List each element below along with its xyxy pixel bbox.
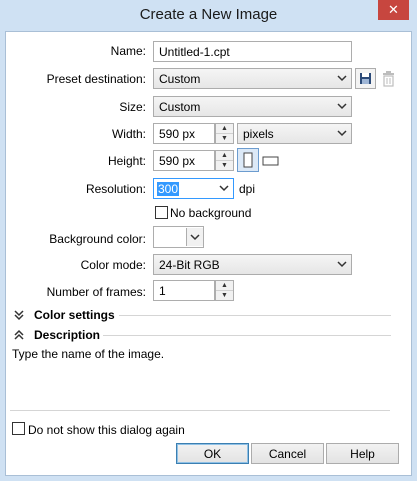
- portrait-orientation-icon: [243, 152, 253, 168]
- chevron-down-icon: [190, 234, 200, 241]
- width-decrement-button[interactable]: ▼: [216, 134, 233, 143]
- frames-input[interactable]: 1: [153, 280, 215, 301]
- background-color-swatch: [155, 228, 185, 246]
- resolution-value: 300: [157, 181, 180, 196]
- height-stepper[interactable]: ▲ ▼: [215, 150, 234, 171]
- double-chevron-down-icon: [14, 310, 24, 321]
- frames-label: Number of frames:: [46, 285, 146, 299]
- frames-increment-button[interactable]: ▲: [216, 281, 233, 291]
- save-preset-icon: [360, 73, 371, 84]
- description-header[interactable]: Description: [34, 328, 100, 342]
- chevron-down-icon[interactable]: [219, 183, 229, 193]
- description-collapse-button[interactable]: [12, 328, 28, 342]
- resolution-combo[interactable]: 300: [153, 178, 234, 199]
- width-input[interactable]: 590 px: [153, 123, 215, 144]
- landscape-orientation-icon: [262, 156, 279, 166]
- width-increment-button[interactable]: ▲: [216, 124, 233, 134]
- height-increment-button[interactable]: ▲: [216, 151, 233, 161]
- width-value: 590 px: [159, 126, 196, 141]
- chevron-down-icon: [337, 75, 347, 82]
- do-not-show-label: Do not show this dialog again: [28, 423, 185, 437]
- name-input[interactable]: Untitled-1.cpt: [153, 41, 352, 62]
- frames-stepper[interactable]: ▲ ▼: [215, 280, 234, 301]
- portrait-orientation-button[interactable]: [237, 148, 259, 172]
- width-stepper[interactable]: ▲ ▼: [215, 123, 234, 144]
- width-label: Width:: [111, 127, 146, 141]
- cancel-button[interactable]: Cancel: [251, 443, 324, 464]
- color-settings-header[interactable]: Color settings: [34, 308, 115, 322]
- chevron-down-icon: [337, 130, 347, 137]
- no-background-checkbox[interactable]: [155, 206, 168, 219]
- help-label: Help: [350, 446, 375, 461]
- chevron-down-icon: [337, 103, 347, 110]
- background-color-picker[interactable]: [153, 226, 204, 248]
- chevron-down-icon: [337, 261, 347, 268]
- height-decrement-button[interactable]: ▼: [216, 161, 233, 170]
- ok-button[interactable]: OK: [176, 443, 249, 464]
- footer-divider: [10, 410, 390, 411]
- cancel-label: Cancel: [268, 446, 307, 461]
- delete-preset-button[interactable]: [378, 68, 399, 89]
- resolution-unit: dpi: [239, 182, 256, 196]
- description-text: Type the name of the image.: [12, 347, 165, 361]
- close-icon: ✕: [388, 2, 399, 17]
- preset-destination-value: Custom: [159, 71, 201, 86]
- do-not-show-checkbox[interactable]: [12, 422, 25, 435]
- resolution-label: Resolution:: [85, 182, 146, 196]
- trash-icon: [383, 71, 394, 87]
- landscape-orientation-button[interactable]: [261, 150, 281, 170]
- size-label: Size:: [119, 100, 146, 114]
- description-divider: [103, 335, 391, 336]
- color-settings-divider: [119, 315, 391, 316]
- name-label: Name:: [110, 44, 146, 58]
- preset-destination-label: Preset destination:: [46, 72, 146, 86]
- frames-value: 1: [159, 283, 166, 298]
- color-settings-expand-button[interactable]: [12, 308, 28, 322]
- units-select[interactable]: pixels: [237, 123, 352, 144]
- help-button[interactable]: Help: [326, 443, 399, 464]
- preset-destination-select[interactable]: Custom: [153, 68, 352, 89]
- color-mode-value: 24-Bit RGB: [159, 257, 220, 272]
- units-value: pixels: [243, 126, 274, 141]
- double-chevron-up-icon: [14, 329, 24, 340]
- color-mode-select[interactable]: 24-Bit RGB: [153, 254, 352, 275]
- background-color-label: Background color:: [49, 232, 146, 246]
- color-mode-label: Color mode:: [80, 258, 146, 272]
- size-select[interactable]: Custom: [153, 96, 352, 117]
- height-input[interactable]: 590 px: [153, 150, 215, 171]
- save-preset-button[interactable]: [355, 68, 376, 89]
- frames-decrement-button[interactable]: ▼: [216, 291, 233, 300]
- ok-label: OK: [203, 446, 222, 461]
- name-value: Untitled-1.cpt: [159, 44, 230, 59]
- height-label: Height:: [107, 154, 146, 168]
- close-button[interactable]: ✕: [378, 0, 409, 20]
- no-background-label: No background: [170, 206, 252, 220]
- window-title: Create a New Image: [139, 6, 278, 23]
- height-value: 590 px: [159, 153, 196, 168]
- background-color-dropdown[interactable]: [186, 228, 203, 246]
- size-value: Custom: [159, 99, 201, 114]
